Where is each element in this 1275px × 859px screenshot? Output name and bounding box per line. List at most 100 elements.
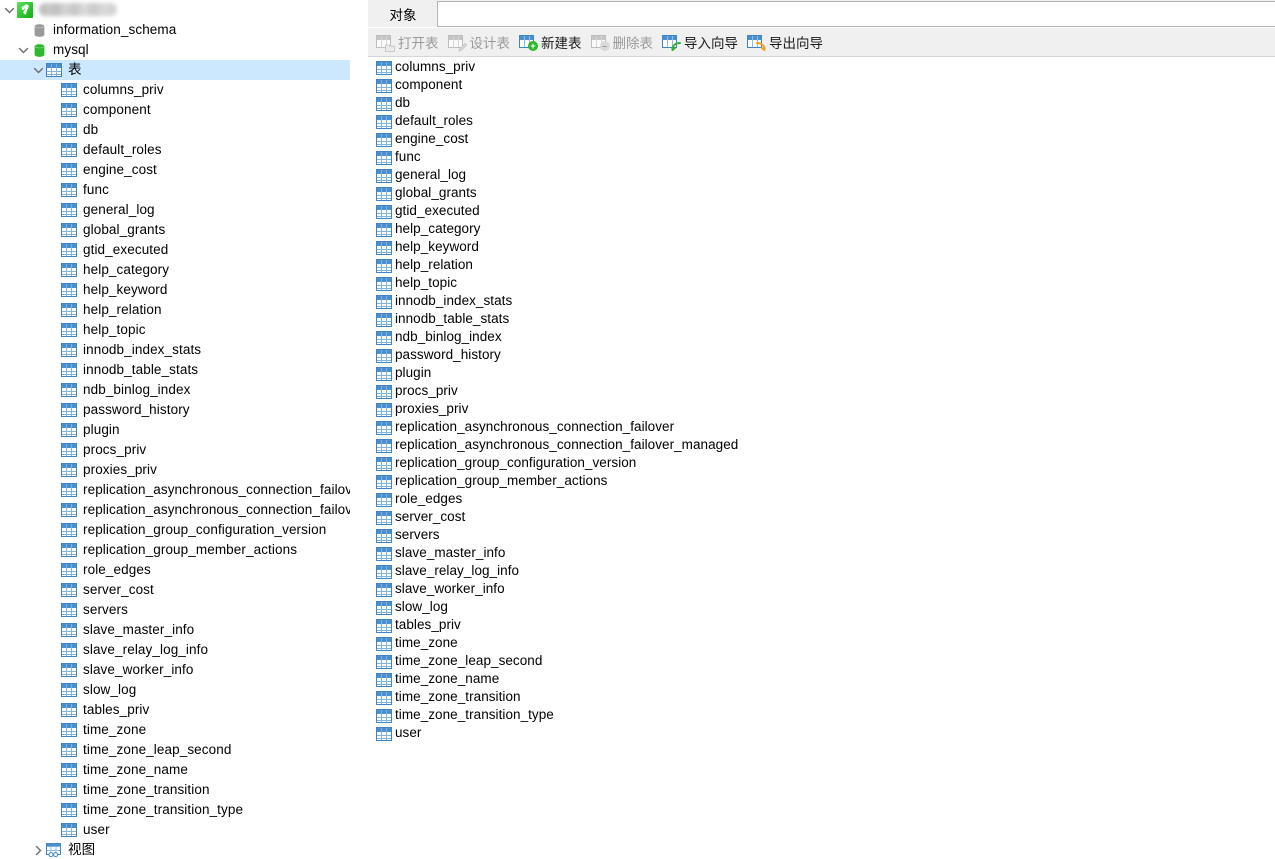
tree-connection[interactable] (0, 0, 350, 20)
object-list-item[interactable]: innodb_table_stats (368, 310, 1275, 328)
table-icon (61, 263, 77, 277)
chevron-down-icon[interactable] (16, 40, 31, 60)
tree-table-item[interactable]: help_category (0, 260, 350, 280)
table-icon (61, 583, 77, 597)
tree-table-item[interactable]: slave_relay_log_info (0, 640, 350, 660)
object-list-item[interactable]: slave_master_info (368, 544, 1275, 562)
object-list-item[interactable]: servers (368, 526, 1275, 544)
tree-table-item[interactable]: help_topic (0, 320, 350, 340)
object-list-item[interactable]: password_history (368, 346, 1275, 364)
tree-database-information_schema[interactable]: information_schema (0, 20, 350, 40)
tree-table-item[interactable]: func (0, 180, 350, 200)
tree-table-item[interactable]: procs_priv (0, 440, 350, 460)
object-list-item[interactable]: replication_group_configuration_version (368, 454, 1275, 472)
object-list-item[interactable]: time_zone_name (368, 670, 1275, 688)
object-list-item[interactable]: slave_relay_log_info (368, 562, 1275, 580)
tree-table-item[interactable]: general_log (0, 200, 350, 220)
object-list-item[interactable]: procs_priv (368, 382, 1275, 400)
tree-table-item[interactable]: global_grants (0, 220, 350, 240)
object-list-item[interactable]: ndb_binlog_index (368, 328, 1275, 346)
design-table-button[interactable]: 设计表 (446, 30, 516, 54)
object-list-item[interactable]: user (368, 724, 1275, 742)
tree-table-item[interactable]: engine_cost (0, 160, 350, 180)
tree-table-item[interactable]: help_relation (0, 300, 350, 320)
object-list-item[interactable]: plugin (368, 364, 1275, 382)
tree-table-item[interactable]: time_zone_transition (0, 780, 350, 800)
tree-table-item[interactable]: gtid_executed (0, 240, 350, 260)
tree-table-item[interactable]: time_zone_transition_type (0, 800, 350, 820)
chevron-right-icon[interactable] (31, 840, 46, 859)
tree-table-item[interactable]: user (0, 820, 350, 840)
object-list-item[interactable]: help_category (368, 220, 1275, 238)
tree-table-item[interactable]: replication_asynchronous_connection_fail… (0, 480, 350, 500)
tree-table-item[interactable]: slow_log (0, 680, 350, 700)
object-list-item[interactable]: global_grants (368, 184, 1275, 202)
table-icon (61, 763, 77, 777)
tree-table-item[interactable]: server_cost (0, 580, 350, 600)
export-wizard-button[interactable]: 导出向导 (745, 30, 828, 54)
delete-table-button[interactable]: – 删除表 (589, 30, 659, 54)
object-list-item[interactable]: tables_priv (368, 616, 1275, 634)
tree-database-mysql[interactable]: mysql (0, 40, 350, 60)
import-wizard-button[interactable]: 导入向导 (660, 30, 743, 54)
object-list-item[interactable]: innodb_index_stats (368, 292, 1275, 310)
object-list-item[interactable]: replication_group_member_actions (368, 472, 1275, 490)
tree-table-item[interactable]: time_zone (0, 720, 350, 740)
object-list-item[interactable]: component (368, 76, 1275, 94)
object-list-item[interactable]: help_keyword (368, 238, 1275, 256)
object-list-item[interactable]: help_relation (368, 256, 1275, 274)
object-list-item[interactable]: gtid_executed (368, 202, 1275, 220)
tree-group-tables[interactable]: 表 (0, 60, 350, 80)
object-list-item[interactable]: replication_asynchronous_connection_fail… (368, 436, 1275, 454)
object-list-item[interactable]: general_log (368, 166, 1275, 184)
tree-table-item[interactable]: replication_group_member_actions (0, 540, 350, 560)
tree-table-item[interactable]: password_history (0, 400, 350, 420)
object-list-item[interactable]: time_zone (368, 634, 1275, 652)
object-list-item[interactable]: slow_log (368, 598, 1275, 616)
object-list-item[interactable]: columns_priv (368, 58, 1275, 76)
tree-table-item[interactable]: time_zone_leap_second (0, 740, 350, 760)
tree-table-item[interactable]: innodb_table_stats (0, 360, 350, 380)
tree-table-item[interactable]: slave_master_info (0, 620, 350, 640)
tree-table-item[interactable]: columns_priv (0, 80, 350, 100)
panel-splitter[interactable] (350, 0, 368, 859)
toolbar-button-label: 删除表 (612, 36, 654, 51)
tree-table-item[interactable]: component (0, 100, 350, 120)
object-list-item[interactable]: proxies_priv (368, 400, 1275, 418)
chevron-down-icon[interactable] (2, 0, 17, 20)
object-list-item-label: innodb_table_stats (395, 311, 510, 326)
new-table-button[interactable]: + 新建表 (517, 30, 587, 54)
object-list-item[interactable]: engine_cost (368, 130, 1275, 148)
tree-table-item[interactable]: replication_asynchronous_connection_fail… (0, 500, 350, 520)
object-list-item[interactable]: func (368, 148, 1275, 166)
tree-table-item[interactable]: role_edges (0, 560, 350, 580)
tree-table-item[interactable]: default_roles (0, 140, 350, 160)
tree-group-views[interactable]: 视图 (0, 840, 350, 859)
tree-table-item[interactable]: help_keyword (0, 280, 350, 300)
object-list-item[interactable]: default_roles (368, 112, 1275, 130)
open-table-button[interactable]: 打开表 (374, 30, 444, 54)
object-list-item[interactable]: role_edges (368, 490, 1275, 508)
object-list-item[interactable]: time_zone_leap_second (368, 652, 1275, 670)
object-list-item[interactable]: time_zone_transition (368, 688, 1275, 706)
tree-table-item[interactable]: tables_priv (0, 700, 350, 720)
object-list-item[interactable]: server_cost (368, 508, 1275, 526)
tree-table-item[interactable]: innodb_index_stats (0, 340, 350, 360)
object-list[interactable]: columns_priv component db default_roles engi… (368, 58, 1275, 859)
tree-table-item[interactable]: replication_group_configuration_version (0, 520, 350, 540)
tree-table-item[interactable]: slave_worker_info (0, 660, 350, 680)
chevron-down-icon[interactable] (31, 60, 46, 80)
tree-table-item[interactable]: servers (0, 600, 350, 620)
tree-table-item[interactable]: plugin (0, 420, 350, 440)
tree-table-item[interactable]: ndb_binlog_index (0, 380, 350, 400)
object-list-item[interactable]: replication_asynchronous_connection_fail… (368, 418, 1275, 436)
tree-table-item[interactable]: db (0, 120, 350, 140)
object-list-item[interactable]: slave_worker_info (368, 580, 1275, 598)
object-list-item[interactable]: help_topic (368, 274, 1275, 292)
object-list-item[interactable]: db (368, 94, 1275, 112)
table-icon (376, 474, 392, 489)
tab-objects[interactable]: 对象 (370, 0, 436, 27)
tree-table-item[interactable]: proxies_priv (0, 460, 350, 480)
tree-table-item[interactable]: time_zone_name (0, 760, 350, 780)
object-list-item[interactable]: time_zone_transition_type (368, 706, 1275, 724)
